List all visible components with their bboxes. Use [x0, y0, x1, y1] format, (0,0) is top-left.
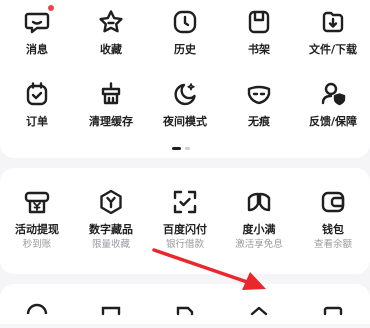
bookshelf-button[interactable]: 书架 — [222, 8, 296, 56]
orders-label: 订单 — [26, 115, 48, 128]
message-label: 消息 — [26, 43, 48, 56]
star-icon — [97, 8, 125, 36]
cashout-button[interactable]: 活动提现 秒到账 — [0, 188, 74, 250]
more-row-partial — [0, 300, 370, 328]
tools-row-1: 消息 收藏 历史 书架 文件/下载 — [0, 5, 370, 56]
wallet-subtitle: 查看余额 — [313, 239, 352, 250]
history-button[interactable]: 历史 — [148, 8, 222, 56]
partial-card-icon — [319, 300, 347, 328]
digital-collectibles-subtitle: 限量收藏 — [91, 239, 130, 250]
clock-icon — [171, 8, 199, 36]
moon-icon — [171, 80, 199, 108]
wallet-button[interactable]: 钱包 查看余额 — [296, 188, 370, 250]
scan-check-icon — [171, 188, 199, 216]
duxiaoman-label: 度小满 — [242, 223, 276, 236]
hexagon-y-icon — [97, 188, 125, 216]
partial-circle-icon — [23, 300, 51, 328]
feedback-icon — [319, 80, 347, 108]
night-mode-button[interactable]: 夜间模式 — [148, 80, 222, 128]
download-icon — [319, 8, 347, 36]
incognito-label: 无痕 — [248, 115, 270, 128]
feedback-button[interactable]: 反馈/保障 — [296, 80, 370, 128]
duxiaoman-button[interactable]: 度小满 激活享免息 — [222, 188, 296, 250]
more-item-1[interactable] — [0, 300, 74, 328]
message-icon — [23, 5, 54, 36]
tools-row-2: 订单 清理缓存 夜间模式 无痕 反馈/保障 — [0, 80, 370, 128]
more-item-4[interactable] — [222, 300, 296, 328]
page-dot — [185, 147, 190, 150]
partial-box-icon — [97, 300, 125, 328]
more-item-2[interactable] — [74, 300, 148, 328]
message-button[interactable]: 消息 — [0, 5, 74, 56]
baidu-quickpay-subtitle: 银行借款 — [165, 239, 204, 250]
clean-cache-button[interactable]: 清理缓存 — [74, 80, 148, 128]
page-indicator — [172, 147, 190, 150]
favorites-button[interactable]: 收藏 — [74, 8, 148, 56]
incognito-button[interactable]: 无痕 — [222, 80, 296, 128]
mask-icon — [245, 80, 273, 108]
baidu-quickpay-button[interactable]: 百度闪付 银行借款 — [148, 188, 222, 250]
digital-collectibles-label: 数字藏品 — [89, 223, 133, 236]
digital-collectibles-button[interactable]: 数字藏品 限量收藏 — [74, 188, 148, 250]
page-dot-active — [172, 147, 181, 150]
feedback-label: 反馈/保障 — [308, 115, 358, 128]
yuan-receipt-icon — [23, 188, 51, 216]
partial-house-icon — [245, 300, 273, 328]
orders-button[interactable]: 订单 — [0, 80, 74, 128]
bookshelf-label: 书架 — [248, 43, 270, 56]
baidu-quickpay-label: 百度闪付 — [163, 223, 207, 236]
history-label: 历史 — [174, 43, 196, 56]
clean-cache-icon — [97, 80, 125, 108]
night-mode-label: 夜间模式 — [163, 115, 207, 128]
bookshelf-icon — [245, 8, 273, 36]
clean-cache-label: 清理缓存 — [89, 115, 133, 128]
wallet-icon — [319, 188, 347, 216]
more-item-3[interactable] — [148, 300, 222, 328]
downloads-button[interactable]: 文件/下载 — [296, 8, 370, 56]
partial-doc-icon — [171, 300, 199, 328]
downloads-label: 文件/下载 — [308, 43, 358, 56]
order-icon — [23, 80, 51, 108]
duxiaoman-subtitle: 激活享免息 — [235, 239, 283, 250]
finance-row: 活动提现 秒到账 数字藏品 限量收藏 百度闪付 银行借款 度小满 激活享免息 钱… — [0, 188, 370, 250]
unread-badge — [48, 5, 54, 11]
cashout-label: 活动提现 — [15, 223, 59, 236]
more-item-5[interactable] — [296, 300, 370, 328]
cashout-subtitle: 秒到账 — [22, 239, 52, 250]
duxiaoman-icon — [245, 188, 273, 216]
wallet-label: 钱包 — [322, 223, 344, 236]
favorites-label: 收藏 — [100, 43, 122, 56]
